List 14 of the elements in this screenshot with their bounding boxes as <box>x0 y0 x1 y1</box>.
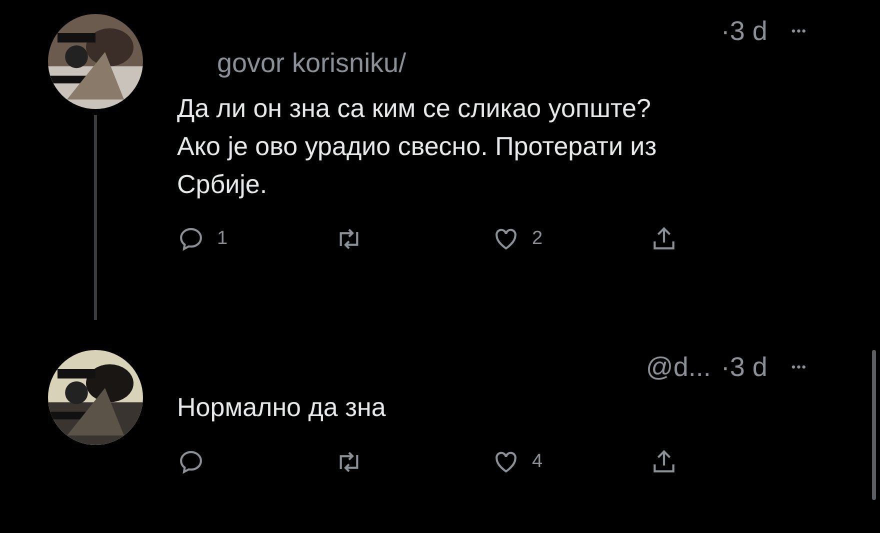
reply-icon[interactable] <box>177 448 205 476</box>
tweet-text: Нормално да зна <box>177 391 387 424</box>
more-button[interactable]: ••• <box>777 360 807 374</box>
reply-context: govor korisniku/ <box>216 48 408 79</box>
timestamp[interactable]: ·3 d <box>720 352 768 382</box>
like-count: 2 <box>532 228 543 250</box>
reply-count: 1 <box>217 228 228 250</box>
more-button[interactable]: ••• <box>777 24 807 38</box>
tweet-text: Да ли он зна са ким се сликао уопште? Ако је ово урадио свесно. Протерати из Србије. <box>177 92 658 201</box>
scrollbar[interactable] <box>872 350 876 500</box>
reply-icon[interactable] <box>177 225 205 253</box>
timestamp[interactable]: ·3 d <box>720 16 768 46</box>
user-handle[interactable]: @d... <box>646 352 711 382</box>
like-count: 4 <box>532 451 543 473</box>
